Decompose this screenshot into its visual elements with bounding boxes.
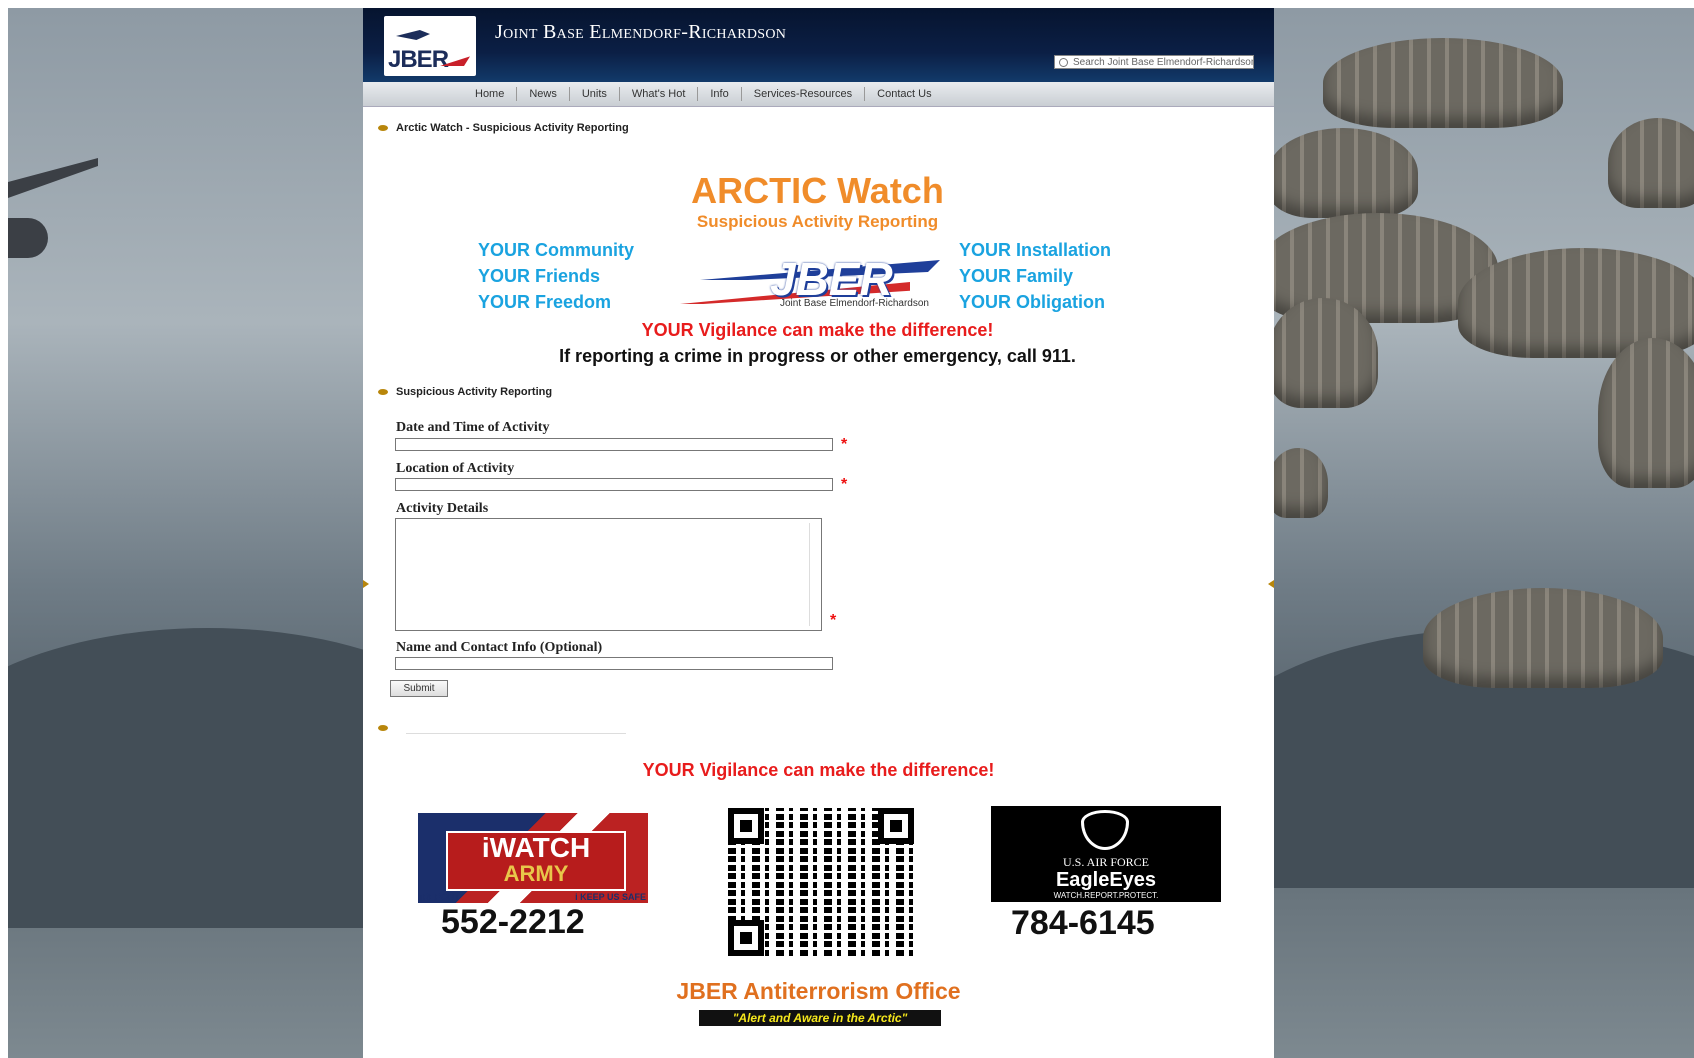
search-placeholder: Search Joint Base Elmendorf-Richardson [1073, 57, 1254, 68]
motto-badge: "Alert and Aware in the Arctic" [699, 1010, 941, 1026]
textarea-scrollbar[interactable] [809, 523, 820, 626]
aircraft-nose [8, 218, 48, 258]
parachute [1608, 118, 1694, 208]
page-container: JBER Joint Base Elmendorf-Richardson Sea… [363, 8, 1274, 1058]
jber-logo[interactable]: JBER [384, 16, 476, 76]
iwatch-left-tag: iREPORT [420, 892, 461, 902]
required-marker: * [841, 436, 848, 453]
details-label: Activity Details [396, 501, 489, 516]
nav-services-resources[interactable]: Services-Resources [742, 87, 866, 101]
banner-left-line: YOUR Friends [478, 266, 601, 286]
banner-right-line: YOUR Family [959, 266, 1074, 286]
eagle-phone: 784-6145 [1011, 904, 1155, 942]
date-time-input[interactable] [395, 438, 833, 451]
bullet-icon [378, 389, 388, 396]
qr-code [728, 808, 914, 956]
iwatch-box: iWATCH ARMY [446, 831, 626, 891]
breadcrumb: Arctic Watch - Suspicious Activity Repor… [378, 122, 629, 134]
nav-info[interactable]: Info [698, 87, 742, 101]
parachute [1323, 38, 1563, 128]
contact-input[interactable] [395, 657, 833, 670]
aircraft-wing [8, 158, 98, 198]
location-label: Location of Activity [396, 461, 515, 476]
banner-right-line: YOUR Obligation [959, 292, 1105, 312]
site-title: Joint Base Elmendorf-Richardson [495, 21, 786, 44]
activity-details-textarea[interactable] [395, 518, 822, 631]
parachute [1423, 588, 1663, 688]
banner-subtitle: Suspicious Activity Reporting [696, 212, 939, 231]
search-input[interactable]: Search Joint Base Elmendorf-Richardson [1054, 55, 1254, 69]
site-title-text: Joint Base Elmendorf-Richardson [495, 21, 787, 43]
bullet-icon [378, 125, 388, 132]
right-arrow-icon [1268, 580, 1274, 588]
eagle-line2: EagleEyes [1055, 869, 1157, 891]
nav-contact-us[interactable]: Contact Us [865, 87, 943, 101]
parachute [1268, 128, 1418, 218]
submit-button[interactable]: Submit [390, 680, 448, 697]
banner-left-line: YOUR Community [478, 240, 635, 260]
bullet-icon [378, 725, 388, 731]
eagle-shield-icon [1081, 810, 1129, 850]
nav-whats-hot[interactable]: What's Hot [620, 87, 699, 101]
eagle-line3: WATCH.REPORT.PROTECT. [1053, 891, 1159, 900]
parachute [1598, 338, 1694, 488]
banner-right-line: YOUR Installation [959, 240, 1112, 260]
jet-icon [396, 30, 430, 40]
banner-title: ARCTIC Watch [691, 170, 944, 211]
qr-finder [728, 808, 764, 844]
eagle-eyes-logo: U.S. AIR FORCE EagleEyes WATCH.REPORT.PR… [991, 806, 1221, 902]
banner-left-line: YOUR Freedom [478, 292, 612, 312]
jber-banner-logo: JBER Joint Base Elmendorf-Richardson [680, 246, 942, 312]
logo-text: JBER [388, 46, 449, 73]
vigilance-text: YOUR Vigilance can make the difference! [641, 320, 994, 340]
divider [406, 733, 626, 734]
search-icon [1059, 58, 1068, 67]
parachute [1268, 298, 1378, 408]
emergency-text: If reporting a crime in progress or othe… [559, 346, 1076, 366]
left-arrow-icon [363, 580, 369, 588]
footer-vigilance-text: YOUR Vigilance can make the difference! [642, 760, 995, 780]
iwatch-line2: ARMY [503, 861, 569, 886]
site-header: JBER Joint Base Elmendorf-Richardson Sea… [363, 8, 1274, 82]
location-input[interactable] [395, 478, 833, 491]
iwatch-army-logo: iWATCH ARMY iREPORT i KEEP US SAFE [418, 813, 648, 903]
iwatch-phone: 552-2212 [441, 903, 585, 941]
required-marker: * [841, 476, 848, 493]
eagle-line1: U.S. AIR FORCE [1062, 855, 1150, 869]
qr-finder [728, 920, 764, 956]
form-section-title: Suspicious Activity Reporting [378, 386, 552, 398]
qr-finder [878, 808, 914, 844]
breadcrumb-text: Arctic Watch - Suspicious Activity Repor… [396, 122, 629, 134]
nav-units[interactable]: Units [570, 87, 620, 101]
required-marker: * [830, 612, 837, 629]
iwatch-line1: iWATCH [481, 832, 591, 863]
antiterrorism-office: JBER Antiterrorism Office [676, 978, 961, 1004]
form-section-title-text: Suspicious Activity Reporting [396, 386, 553, 398]
parachute [1268, 448, 1328, 518]
banner-logo-subtext: Joint Base Elmendorf-Richardson [780, 298, 929, 309]
nav-home[interactable]: Home [463, 87, 518, 101]
arctic-watch-banner: ARCTIC Watch Suspicious Activity Reporti… [377, 150, 1258, 378]
iwatch-right-tag: i KEEP US SAFE [575, 892, 646, 902]
contact-label: Name and Contact Info (Optional) [396, 640, 603, 655]
nav-news[interactable]: News [517, 87, 570, 101]
date-label: Date and Time of Activity [396, 420, 550, 435]
main-nav: Home News Units What's Hot Info Services… [363, 82, 1274, 107]
